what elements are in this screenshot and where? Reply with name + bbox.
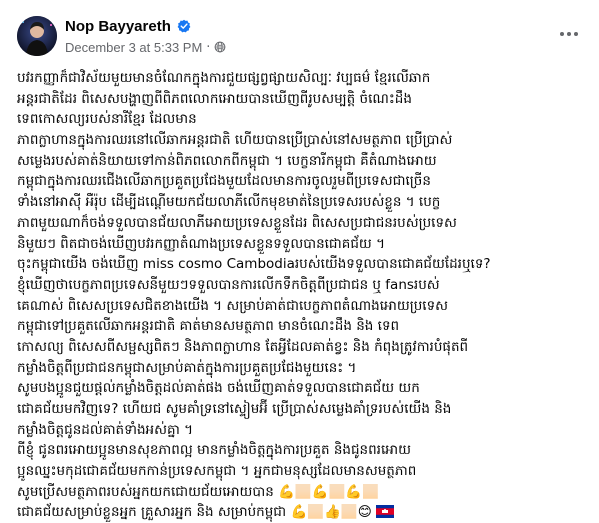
more-options-icon [560,32,564,36]
post-text-line: កម្លាំងចិត្តជូនដល់គាត់ទាំងអស់គ្នា ។ [17,421,194,438]
post-text-line: កោសល្យ ពិសេសពីសម្ផស្សពិតៗ និងភាពក្លាហាន … [17,338,469,355]
globe-icon[interactable] [214,41,226,53]
post-text-line: ជោគជ័យមកវិញទេ? ហើយជ សូមគាំទ្រនៅស្ទៀមអ៊ី … [17,401,452,417]
post-text-line: ទេពកោសល្យរបស់នារីខ្មែរ ដែលមាន [17,111,197,128]
post-text-line: សម្លេងរបស់គាត់និយាយទៅកាន់ពិភពលោកពីកម្ពុជ… [17,152,437,169]
meta-separator: · [206,39,211,55]
post-text-line: គេណាស់ ពិសេសប្រទេសជិតខាងយើង ។ សម្រាប់គាត… [17,297,448,314]
post-text-line: ប្អូនឈ្នះមកុដជោគជ័យមកកាន់ប្រទេសកម្ពុជា ។… [17,463,417,480]
author-block: Nop Bayyareth December 3 at 5:33 PM · [65,16,226,55]
post-text-line: ភាពមួយណាក៏ចង់ទទួលបានជ័យលាភីអោយប្រទេសខ្លួ… [17,214,457,231]
post-text-line: ភាពក្លាហានក្នុងការឈរនៅលើឆាកអន្តរជាតិ ហើយ… [17,132,453,149]
post-text-line: កម្ពុជាទៅប្រគួតលើឆាកអន្តរជាតិ គាត់មានសមត… [17,318,400,335]
more-options-icon-dot [567,32,571,36]
post-text-line: សូមប្រើសមត្ថភាពរបស់អ្នកយកជោយជ័យអោយបាន 💪🏻… [17,483,379,500]
post-text-line: កម្លាំងចិត្តពីប្រជាជនកម្ពុជាសម្រាប់គាត់ក… [17,359,357,376]
post-text-line: ទាំងនៅអាស៊ី អឺរ៉ុប ដើម្បីដណ្តើមយកជ័យលាភី… [17,194,441,211]
post-text-line: អន្តរជាតិដែរ ពិសេសបង្ហាញពីពិភពលោកអោយបានឃ… [17,90,412,107]
more-options-button[interactable] [557,22,581,46]
post-text-line: សូមបងប្អូនជួយផ្តល់កម្លាំងចិត្តដល់គាត់ផង … [17,380,420,397]
more-options-icon-dot [574,32,578,36]
verified-badge-icon [177,19,191,33]
post-text-line: ពីខ្ញុំ ជូនពរអោយប្អូនមានសុខភាពល្អ មានកម្… [17,442,411,459]
cambodia-flag-icon [376,505,395,519]
author-avatar[interactable] [17,16,57,56]
post-text-line: បវរកញ្ញាក៏ជាវិស័យមួយមានចំណែកក្នុងការជួយផ… [17,70,431,86]
post-text: បវរកញ្ញាក៏ជាវិស័យមួយមានចំណែកក្នុងការជួយផ… [17,68,587,523]
post-text-line: និមួយៗ ពិតជាចង់ឃើញបវរកញ្ញាតំណាងប្រទេសខ្ល… [17,235,385,252]
author-name[interactable]: Nop Bayyareth [65,18,171,35]
post-text-line-last: ជោគជ័យសម្រាប់ខ្លួនអ្នក គ្រួសារអ្នក និង ស… [17,502,587,523]
avatar-image [17,16,57,56]
post-text-line: ជោគជ័យសម្រាប់ខ្លួនអ្នក គ្រួសារអ្នក និង ស… [17,504,372,521]
post-header: Nop Bayyareth December 3 at 5:33 PM · [17,16,589,60]
post-text-line: កម្ពុជាក្នុងការឈរជើងលើឆាកប្រគួតប្រជែងមួយ… [17,173,431,190]
post-timestamp[interactable]: December 3 at 5:33 PM [65,40,202,55]
post-text-line: ខ្ញុំឃើញថាបេក្ខភាពប្រទេសនីមួយៗទទួលបានការ… [17,276,440,293]
post-text-line: ចុះកម្ពុជាយើង ចង់ឃើញ miss cosmo Cambodia… [17,256,491,273]
